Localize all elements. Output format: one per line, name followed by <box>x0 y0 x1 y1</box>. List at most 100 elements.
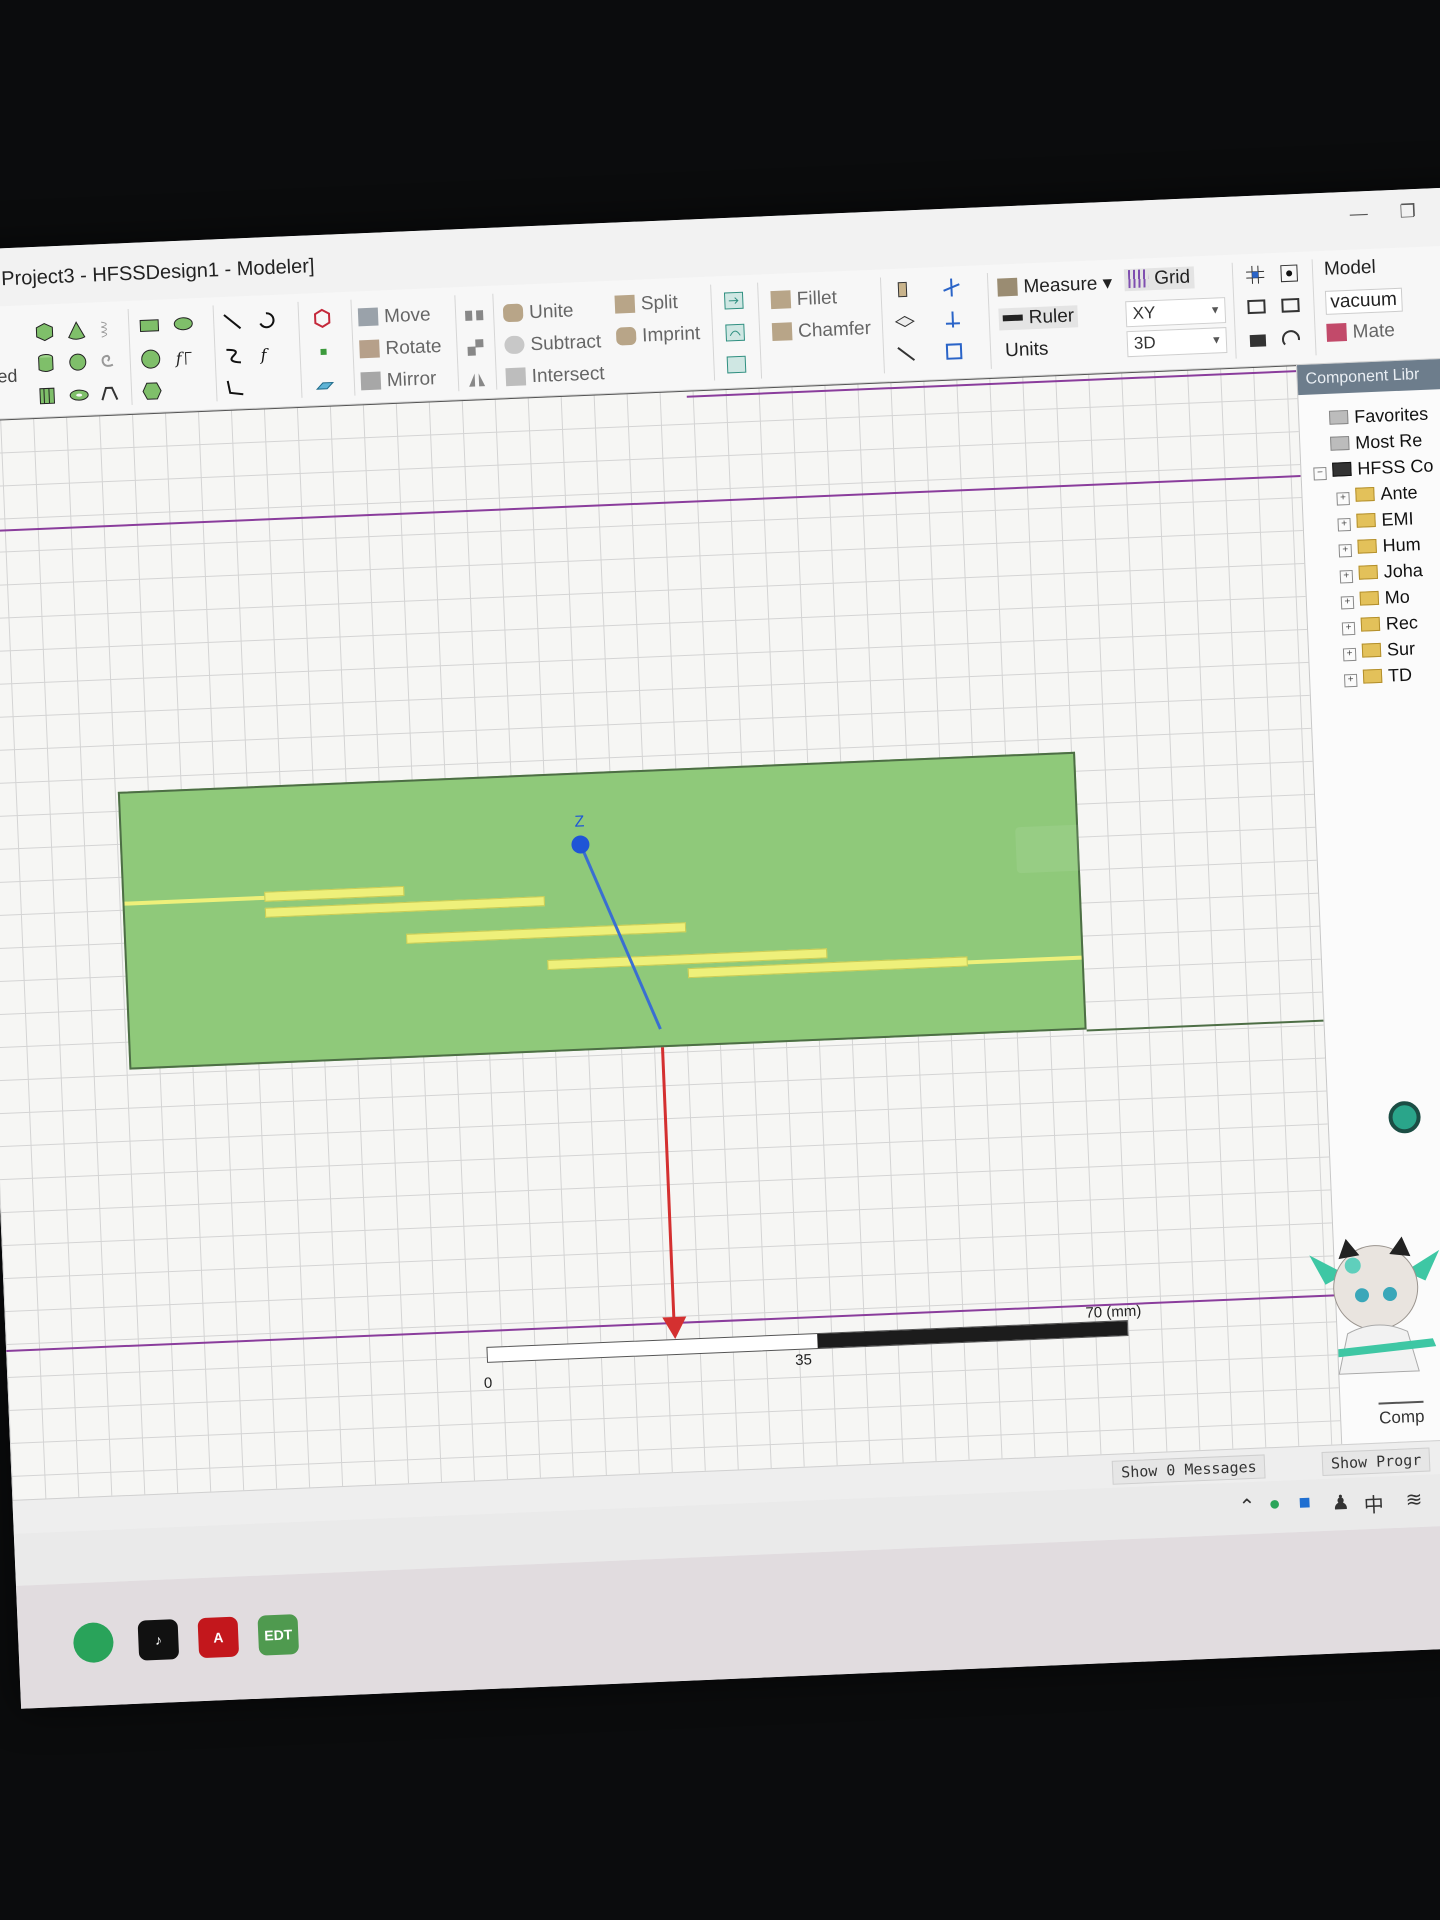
minimize-icon[interactable]: — <box>1349 203 1368 225</box>
duplicate-along-line-icon[interactable] <box>463 304 486 327</box>
tray-expand-icon[interactable]: ⌃ <box>1238 1494 1256 1520</box>
split-button[interactable]: Split <box>614 292 678 317</box>
thicken-icon[interactable] <box>724 321 747 344</box>
wrap-icon[interactable] <box>725 353 748 376</box>
relative-cs-icon[interactable] <box>311 306 334 329</box>
svg-text:f: f <box>174 349 185 368</box>
bondwire-icon[interactable] <box>98 381 121 404</box>
rectangle-icon[interactable] <box>138 314 161 337</box>
tree-item-most-recent[interactable]: Most Re <box>1330 430 1423 455</box>
axis-icon[interactable] <box>941 308 964 331</box>
ground-edge-line <box>1086 1019 1324 1032</box>
imprint-button[interactable]: Imprint <box>615 323 701 349</box>
box-icon[interactable] <box>33 320 56 343</box>
move-button[interactable]: Move <box>357 304 431 329</box>
spiral-icon[interactable] <box>96 349 119 372</box>
snap-grid-icon[interactable] <box>1244 263 1267 286</box>
chamfer-button[interactable]: Chamfer <box>771 318 872 344</box>
cylinder-select-icon[interactable] <box>892 278 915 301</box>
tree-item-hfss-components[interactable]: − HFSS Co <box>1313 456 1434 482</box>
measure-button[interactable]: Measure ▾ <box>997 272 1113 300</box>
view-orientation-icon[interactable] <box>1387 1100 1422 1134</box>
ellipse-icon[interactable] <box>172 312 195 335</box>
cylinder-icon[interactable] <box>34 352 57 375</box>
tree-item-td[interactable]: + TD <box>1343 665 1413 689</box>
grid-button[interactable]: Grid <box>1123 266 1195 292</box>
tray-cloud-icon[interactable]: ■ <box>1298 1492 1311 1515</box>
snap-edge-icon[interactable] <box>1279 294 1302 317</box>
tray-qq-icon[interactable]: ♟ <box>1331 1490 1350 1516</box>
sphere-icon[interactable] <box>66 351 89 374</box>
taskbar-app-acrobat-icon[interactable]: A <box>197 1616 240 1659</box>
snap-center-icon[interactable] <box>1278 262 1301 285</box>
tray-app-icon[interactable]: ● <box>1268 1493 1281 1516</box>
ruler-button[interactable]: Ruler <box>998 305 1079 331</box>
view-mode-value: 3D <box>1133 333 1157 353</box>
ribbon-cut-label: ed <box>0 365 18 387</box>
tree-item-label: Ante <box>1380 482 1418 504</box>
ruler-label: Ruler <box>1028 305 1075 329</box>
units-button[interactable]: Units <box>1005 339 1049 363</box>
plane-icon[interactable] <box>313 372 336 395</box>
face-select-icon[interactable] <box>893 310 916 333</box>
feed-line-right[interactable] <box>967 955 1082 965</box>
cone-icon[interactable] <box>65 319 88 342</box>
tree-item-recent[interactable]: + Rec <box>1341 612 1419 636</box>
tree-item-antennas[interactable]: + Ante <box>1336 482 1418 506</box>
intersect-button[interactable]: Intersect <box>505 363 605 389</box>
taskbar-app-edt-icon[interactable]: EDT <box>257 1614 300 1656</box>
snap-vertex-icon[interactable] <box>1246 327 1269 350</box>
wifi-icon[interactable]: ≋ <box>1405 1487 1423 1513</box>
unite-button[interactable]: Unite <box>502 300 574 325</box>
sweep-icon[interactable] <box>722 289 745 312</box>
point-icon[interactable] <box>312 340 335 363</box>
view-mode-select[interactable]: 3D ▼ <box>1126 327 1228 358</box>
arc-icon[interactable] <box>255 309 278 332</box>
substrate-box[interactable] <box>117 751 1087 1070</box>
maximize-icon[interactable]: ❐ <box>1399 201 1416 223</box>
modeler-viewport[interactable]: Z 0 35 70 (mm) <box>0 365 1342 1500</box>
tree-item-modelithics[interactable]: + Mo <box>1340 587 1410 611</box>
fillet-button[interactable]: Fillet <box>770 287 837 312</box>
material-select[interactable]: vacuum <box>1324 287 1403 315</box>
tree-item-favorites[interactable]: Favorites <box>1328 404 1429 429</box>
line-icon[interactable] <box>221 310 244 333</box>
rotate-button[interactable]: Rotate <box>359 336 442 361</box>
tree-item-surface[interactable]: + Sur <box>1342 638 1416 662</box>
torus-icon[interactable] <box>68 383 91 406</box>
materials-label: Mate <box>1352 319 1396 343</box>
regular-polygon-icon[interactable] <box>141 380 164 403</box>
mirror-button[interactable]: Mirror <box>360 368 437 393</box>
orient-icon[interactable] <box>940 276 963 299</box>
circle-icon[interactable] <box>139 348 162 371</box>
snap-face-icon[interactable] <box>1245 295 1268 318</box>
edge-select-icon[interactable] <box>895 342 918 365</box>
region-boundary-top <box>0 475 1301 533</box>
tree-item-emi[interactable]: + EMI <box>1337 508 1414 532</box>
component-library-footer[interactable]: Comp <box>1378 1400 1425 1429</box>
fit-icon[interactable] <box>943 340 966 363</box>
coupled-line-1[interactable] <box>264 885 405 902</box>
equation-surface-icon[interactable]: f <box>173 346 196 369</box>
plane-select[interactable]: XY ▼ <box>1125 297 1227 328</box>
tree-item-human[interactable]: + Hum <box>1338 534 1421 558</box>
coupled-line-3[interactable] <box>406 922 687 944</box>
taskbar-app-wechat-icon[interactable] <box>72 1621 115 1664</box>
materials-button[interactable]: Mate <box>1326 320 1395 345</box>
show-messages-button[interactable]: Show 0 Messages <box>1111 1454 1267 1485</box>
polyline-icon[interactable] <box>224 376 247 399</box>
taskbar-app-tiktok-icon[interactable]: ♪ <box>137 1619 180 1661</box>
show-progress-button[interactable]: Show Progr <box>1321 1447 1431 1477</box>
equation-curve-icon[interactable]: f <box>256 343 279 366</box>
feed-line-left[interactable] <box>124 895 265 906</box>
helix-icon[interactable] <box>95 317 118 340</box>
spline-icon[interactable] <box>222 344 245 367</box>
tree-item-johanson[interactable]: + Joha <box>1339 560 1423 584</box>
subtract-button[interactable]: Subtract <box>504 331 602 357</box>
polyhedron-icon[interactable] <box>36 384 59 407</box>
ime-indicator[interactable]: 中 <box>1363 1488 1384 1518</box>
duplicate-mirror-icon[interactable] <box>465 368 488 391</box>
snap-arc-icon[interactable] <box>1280 326 1303 349</box>
duplicate-around-axis-icon[interactable] <box>464 336 487 359</box>
x-axis-arrow-icon <box>662 1316 688 1340</box>
